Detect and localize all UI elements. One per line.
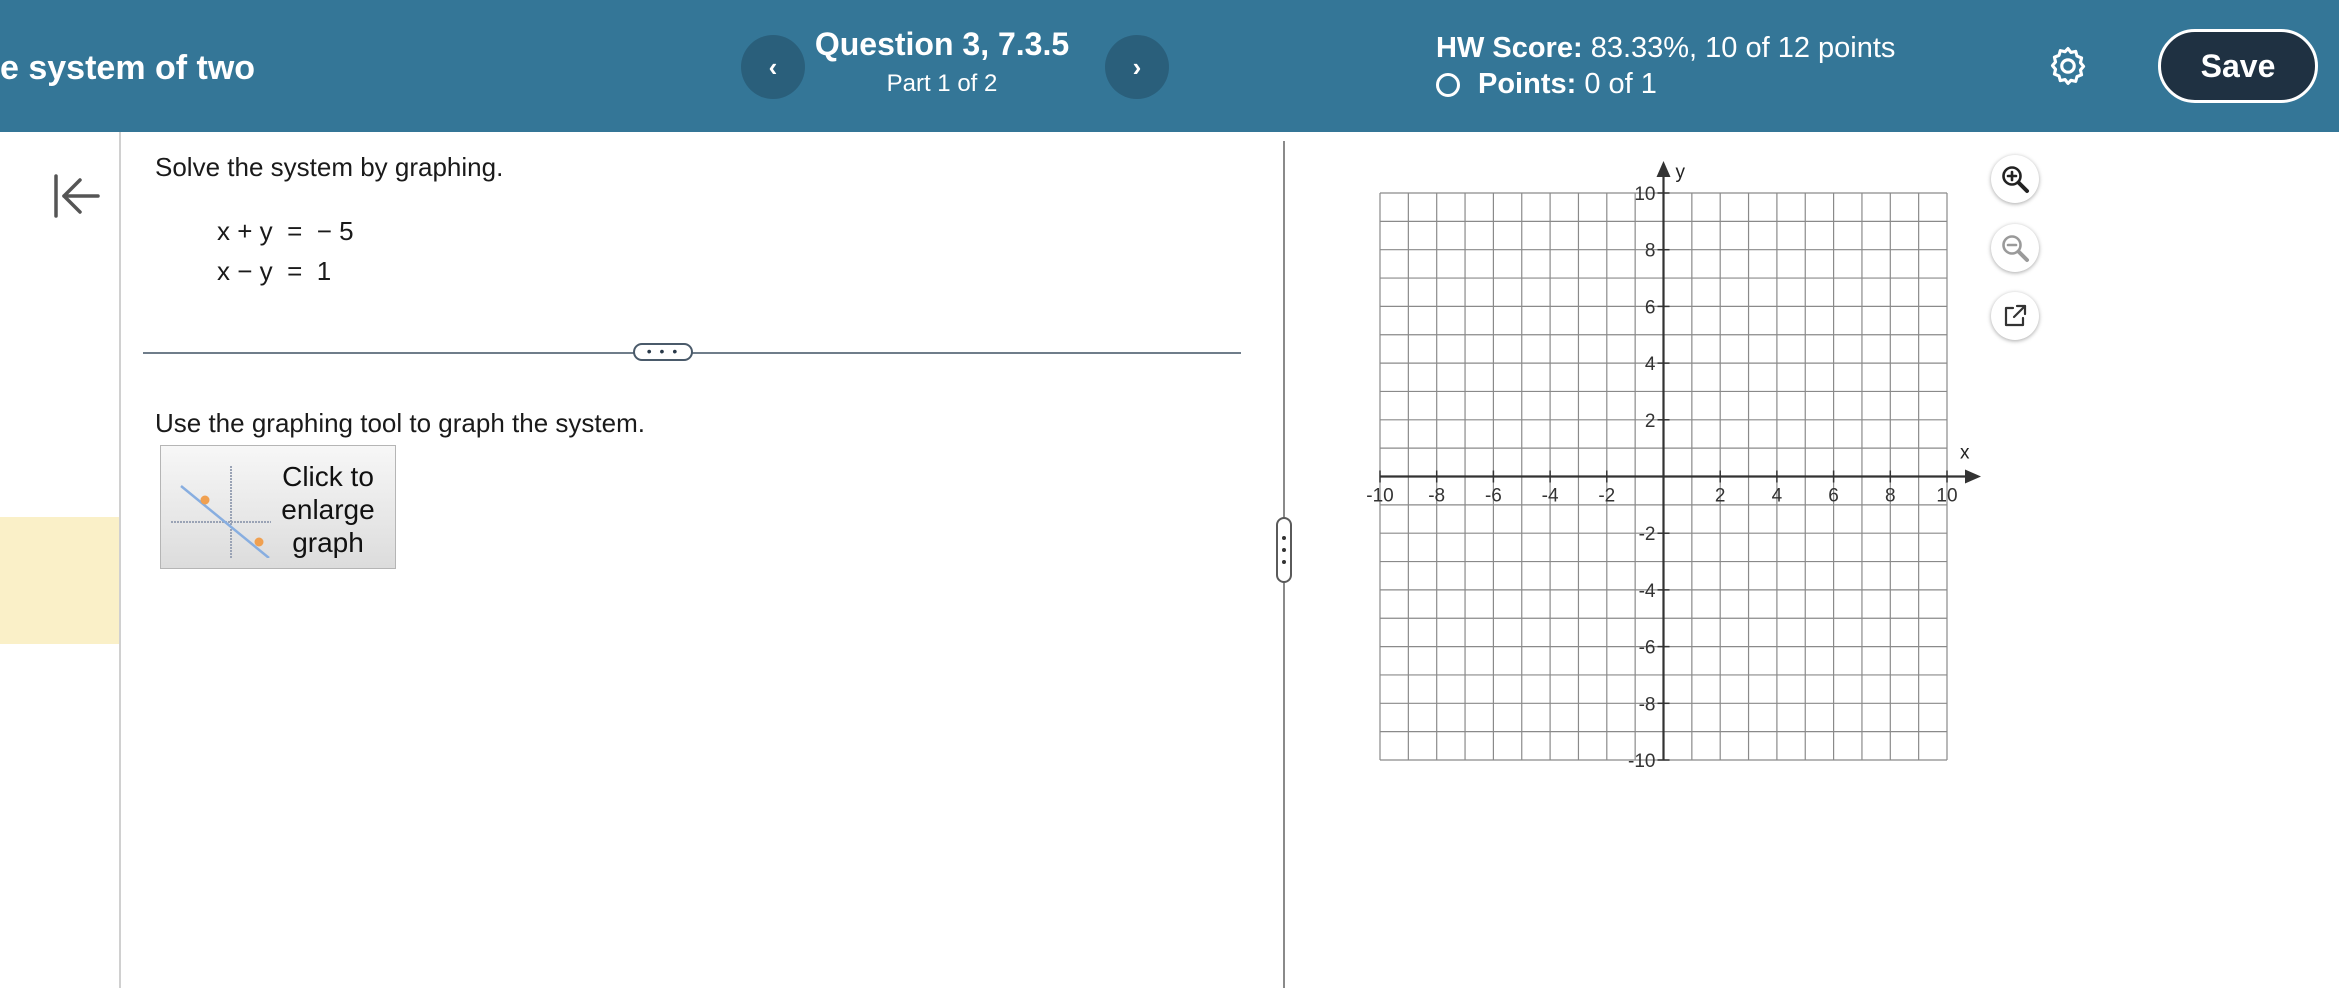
status-circle-icon (1436, 72, 1460, 97)
save-button[interactable]: Save (2158, 29, 2318, 103)
previous-question-button[interactable]: ‹ (741, 35, 805, 99)
x-axis-label: x (1960, 443, 1970, 464)
y-tick-label: -8 (1639, 694, 1656, 715)
x-tick-label: 10 (1936, 486, 1957, 507)
x-tick-label: 4 (1772, 486, 1783, 507)
current-question-highlight[interactable] (0, 517, 119, 644)
x-tick-label: -8 (1428, 486, 1445, 507)
question-part: Part 1 of 2 (886, 70, 998, 97)
x-tick-label: 8 (1885, 486, 1896, 507)
x-axis-arrow (1965, 469, 1981, 484)
pane-resize-handle[interactable] (1276, 517, 1292, 583)
question-points: Points: 0 of 1 (1436, 68, 1657, 101)
question-prompt: Solve the system by graphing. (155, 152, 504, 182)
zoom-out-icon (2002, 235, 2029, 262)
hw-score-value: 83.33%, 10 of 12 points (1590, 32, 1896, 64)
y-tick-label: -10 (1628, 751, 1655, 772)
hw-score-label: HW Score: (1436, 32, 1583, 64)
x-tick-label: -10 (1366, 486, 1393, 507)
graph-thumbnail-icon (171, 466, 271, 558)
equation-1: x + y = − 5 (217, 216, 354, 246)
y-tick-label: 4 (1645, 354, 1656, 375)
x-tick-label: 2 (1715, 486, 1726, 507)
next-question-button[interactable]: › (1105, 35, 1169, 99)
points-label: Points: (1478, 68, 1577, 100)
enlarge-graph-label: Click to enlarge graph (281, 461, 375, 558)
collapse-panel-icon[interactable] (50, 170, 102, 222)
graphing-area[interactable]: x y -10 -8 -6 -4 -2 2 4 6 8 10 10 8 6 4 2 -2 -4 -6 -8 -10 (1355, 158, 1995, 778)
enlarge-graph-button[interactable]: Click to enlarge graph (160, 445, 396, 569)
assignment-title: e system of two (0, 49, 256, 87)
hw-score: HW Score: 83.33%, 10 of 12 points (1436, 32, 1895, 65)
y-tick-label: -4 (1639, 581, 1656, 602)
y-tick-label: 2 (1645, 411, 1656, 432)
zoom-in-icon (2002, 166, 2029, 193)
y-axis-label: y (1676, 162, 1686, 183)
zoom-out-button[interactable] (1991, 224, 2039, 272)
y-tick-label: 10 (1634, 184, 1655, 205)
x-tick-label: -2 (1598, 486, 1615, 507)
y-axis-arrow (1656, 161, 1671, 177)
y-tick-label: 6 (1645, 297, 1656, 318)
popout-button[interactable] (1991, 292, 2039, 340)
x-tick-label: -4 (1542, 486, 1559, 507)
x-tick-label: -6 (1485, 486, 1502, 507)
popout-icon (2004, 304, 2027, 327)
y-tick-label: -2 (1639, 524, 1656, 545)
y-tick-label: 8 (1645, 241, 1656, 262)
question-title: Question 3, 7.3.5 (814, 26, 1070, 62)
points-value: 0 of 1 (1584, 68, 1657, 100)
y-tick-label: -6 (1639, 638, 1656, 659)
zoom-in-button[interactable] (1991, 155, 2039, 203)
x-tick-label: 6 (1828, 486, 1839, 507)
equation-2: x − y = 1 (217, 256, 332, 286)
expand-more-button[interactable]: • • • (633, 343, 693, 361)
header-bar: e system of two ‹ Question 3, 7.3.5 Part… (0, 0, 2339, 132)
graph-instruction: Use the graphing tool to graph the syste… (155, 408, 645, 438)
gear-icon[interactable] (2046, 44, 2090, 88)
